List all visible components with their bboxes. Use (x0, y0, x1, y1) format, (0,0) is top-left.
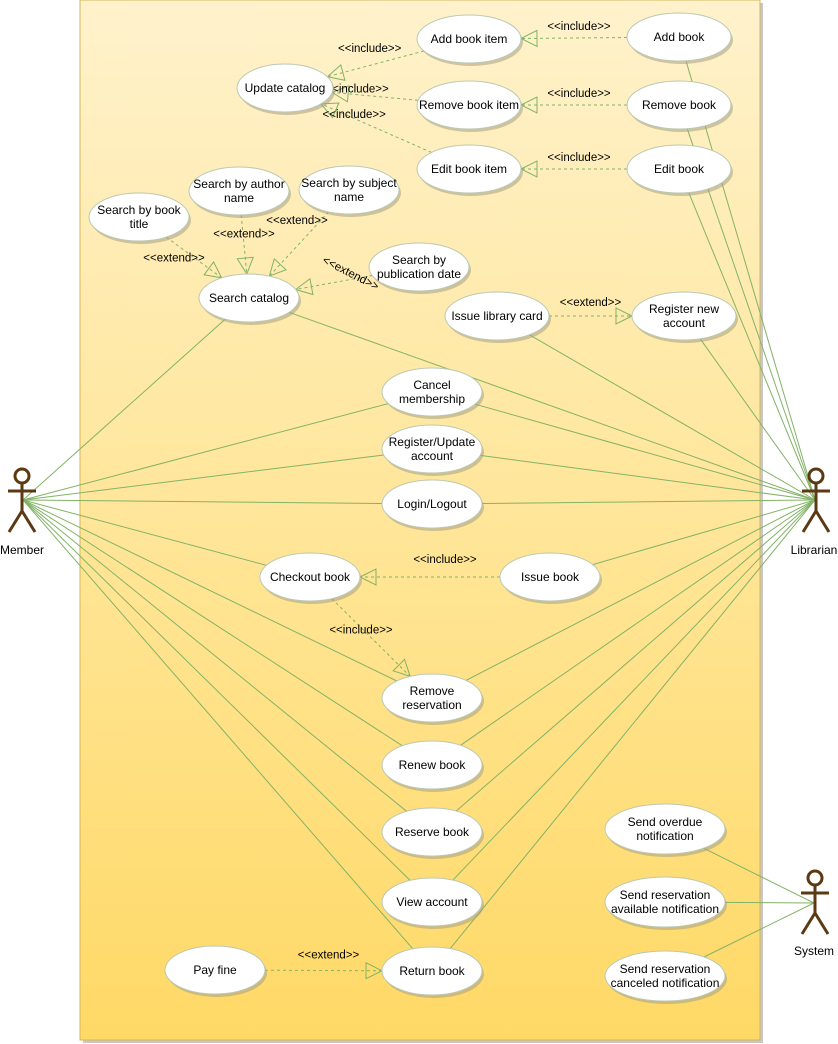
use-case-label: account (663, 316, 706, 330)
use-case-label: Remove (410, 684, 455, 698)
relationship-label: <<extend>> (143, 253, 205, 265)
actor-label: Member (0, 543, 44, 557)
use-case-label: Search by book (97, 203, 181, 217)
relationship-label: <<extend>> (213, 229, 275, 241)
relationship-label: <<include>> (547, 21, 611, 33)
use-case-label: Send reservation (620, 962, 711, 976)
relationship-label: <<include>> (329, 625, 393, 637)
relationship-label: <<extend>> (266, 215, 328, 227)
use-case-label: Send overdue (628, 815, 703, 829)
actor-label: Librarian (791, 543, 838, 557)
actor-member[interactable]: Member (0, 467, 44, 557)
use-case-label: Add book (654, 30, 706, 44)
use-case-label: Register/Update (389, 435, 476, 449)
actor-label: System (794, 944, 834, 958)
use-case-label: Issue library card (451, 309, 542, 323)
use-case-label: name (334, 190, 364, 204)
use-case-label: Send reservation (620, 888, 711, 902)
use-case-label: Update catalog (245, 81, 326, 95)
use-case-label: account (411, 449, 454, 463)
relationship-label: <<include>> (338, 43, 402, 55)
use-case-label: Add book item (431, 32, 508, 46)
use-case-label: Login/Logout (397, 497, 467, 511)
use-case-label: canceled notification (611, 976, 720, 990)
use-case-label: Reserve book (395, 825, 470, 839)
use-case-label: title (130, 217, 149, 231)
relationship-label: <<include>> (547, 88, 611, 100)
use-case-label: View account (396, 895, 468, 909)
use-case-label: Return book (399, 964, 465, 978)
use-case-label: name (224, 191, 254, 205)
use-case-label: notification (636, 829, 693, 843)
use-case-label: Renew book (399, 758, 467, 772)
use-case-send-reservation-canceled-notification[interactable]: Send reservationcanceled notification (604, 950, 727, 1004)
use-case-label: Search catalog (209, 291, 289, 305)
relationship-label: <<include>> (325, 83, 389, 95)
use-case-label: Checkout book (270, 570, 351, 584)
use-case-label: Remove book item (419, 98, 519, 112)
use-case-label: available notification (611, 902, 719, 916)
use-case-diagram: <<include>> <<include>> <<include>> <<inclu… (0, 0, 838, 1043)
use-case-label: Pay fine (193, 963, 237, 977)
actor-librarian[interactable]: Librarian (791, 467, 838, 557)
relationship-label: <<include>> (413, 554, 477, 566)
use-case-label: publication date (377, 267, 461, 281)
use-case-send-reservation-available-notification[interactable]: Send reservationavailable notification (604, 876, 727, 930)
use-case-label: Search by (392, 253, 446, 267)
use-case-label: Search by author (193, 177, 284, 191)
use-case-label: Edit book (654, 162, 705, 176)
use-case-label: Register new (649, 302, 719, 316)
relationship-label: <<include>> (323, 109, 387, 121)
use-case-send-overdue-notification[interactable]: Send overduenotification (604, 803, 727, 857)
association-system-send-reservation-available-notification[interactable] (724, 901, 815, 904)
use-case-label: membership (399, 392, 465, 406)
use-case-label: Search by subject (301, 176, 397, 190)
relationship-label: <<include>> (547, 152, 611, 164)
relationship-label: <<extend>> (560, 297, 622, 309)
use-case-label: Cancel (413, 378, 450, 392)
use-case-label: Issue book (521, 570, 580, 584)
relationship-label: <<extend>> (298, 950, 360, 962)
use-case-label: reservation (402, 698, 461, 712)
actor-system[interactable]: System (794, 869, 834, 958)
use-case-label: Edit book item (431, 162, 507, 176)
use-case-label: Remove book (642, 98, 717, 112)
